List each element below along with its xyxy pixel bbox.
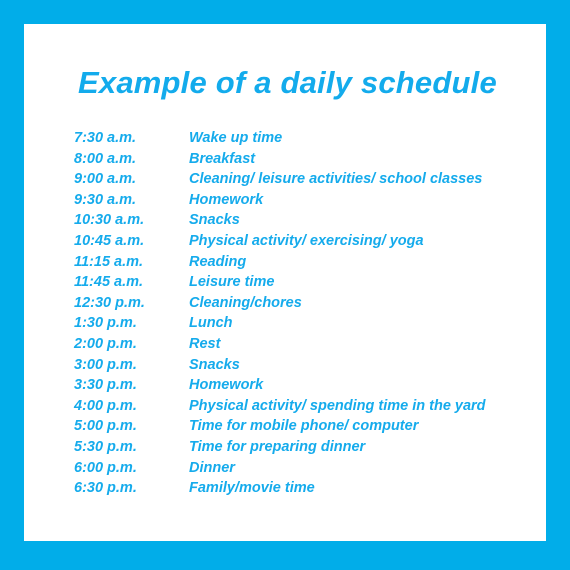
schedule-row-activity: Time for preparing dinner [189,438,366,455]
schedule-row: 3:00 p.m. Snacks [74,355,544,376]
schedule-row: 9:30 a.m. Homework [74,190,544,211]
schedule-row-time: 10:45 a.m. [74,232,145,249]
schedule-row-time: 11:45 a.m. [74,274,144,291]
schedule-row-activity: Wake up time [189,130,283,146]
schedule-row: 5:00 p.m. Time for mobile phone/ computer [74,416,544,437]
schedule-row: 2:00 p.m. Rest [74,334,544,355]
schedule-row-activity: Homework [189,377,264,394]
schedule-row-time: 6:30 p.m. [74,480,137,497]
schedule-row: 12:30 p.m. Cleaning/chores [74,293,544,314]
schedule-row: 4:00 p.m. Physical activity/ spending tim… [74,396,544,417]
schedule-row-activity: Leisure time [189,274,275,291]
page-title: Example of a daily schedule [78,65,497,100]
schedule-row-activity: Time for mobile phone/ computer [189,418,419,435]
schedule-row: 5:30 p.m. Time for preparing dinner [74,437,544,458]
schedule-row: 1:30 p.m. Lunch [74,313,544,334]
schedule-row-time: 12:30 p.m. [74,294,145,311]
schedule-row: 11:15 a.m. Reading [74,252,544,273]
schedule-row-time: 7:30 a.m. [74,130,137,146]
schedule-row: 10:30 a.m. Snacks [74,210,544,231]
schedule-row: 7:30 a.m. Wake up time [74,128,544,149]
schedule-row-time: 4:00 p.m. [74,397,137,414]
schedule-row: 9:00 a.m. Cleaning/ leisure activities/ s… [74,169,544,190]
schedule-row-activity: Cleaning/ leisure activities/ school cla… [189,171,483,188]
schedule-row-time: 10:30 a.m. [74,212,145,229]
schedule-row-time: 2:00 p.m. [74,335,137,352]
schedule-row-time: 1:30 p.m. [74,315,137,332]
schedule-row-activity: Rest [189,335,221,352]
schedule-row-activity: Physical activity/ spending time in the … [189,397,486,414]
schedule-row-activity: Homework [189,191,264,208]
schedule-row-time: 8:00 a.m. [74,150,137,167]
schedule-row-activity: Dinner [189,459,235,476]
schedule-row-time: 3:00 p.m. [74,356,137,373]
schedule-row-time: 9:00 a.m. [74,171,137,188]
schedule-row-activity: Family/movie time [189,480,315,497]
poster-canvas: Example of a daily schedule 7:30 a.m. Wak… [0,0,570,570]
schedule-row-activity: Lunch [189,315,233,332]
schedule-row-activity: Reading [189,253,247,270]
schedule-row: 10:45 a.m. Physical activity/ exercising/… [74,231,544,252]
schedule-row: 8:00 a.m. Breakfast [74,149,544,170]
schedule-row-time: 6:00 p.m. [74,459,137,476]
schedule-row-time: 3:30 p.m. [74,377,137,394]
schedule-row: 11:45 a.m. Leisure time [74,272,544,293]
schedule-row-activity: Snacks [189,212,240,229]
schedule-row-activity: Physical activity/ exercising/ yoga [189,232,424,249]
schedule-row-time: 11:15 a.m. [74,253,144,270]
schedule-row: 6:30 p.m. Family/movie time [74,478,544,499]
schedule-row-time: 5:30 p.m. [74,438,137,455]
schedule-list: 7:30 a.m. Wake up time 8:00 a.m. Breakfast 9… [74,128,544,499]
schedule-row: 6:00 p.m. Dinner [74,458,544,479]
schedule-row-time: 5:00 p.m. [74,418,137,435]
schedule-row-activity: Cleaning/chores [189,294,302,311]
schedule-row: 3:30 p.m. Homework [74,375,544,396]
schedule-row-time: 9:30 a.m. [74,191,137,208]
schedule-row-activity: Breakfast [189,150,256,167]
schedule-row-activity: Snacks [189,356,240,373]
schedule-card: Example of a daily schedule 7:30 a.m. Wak… [24,24,546,541]
